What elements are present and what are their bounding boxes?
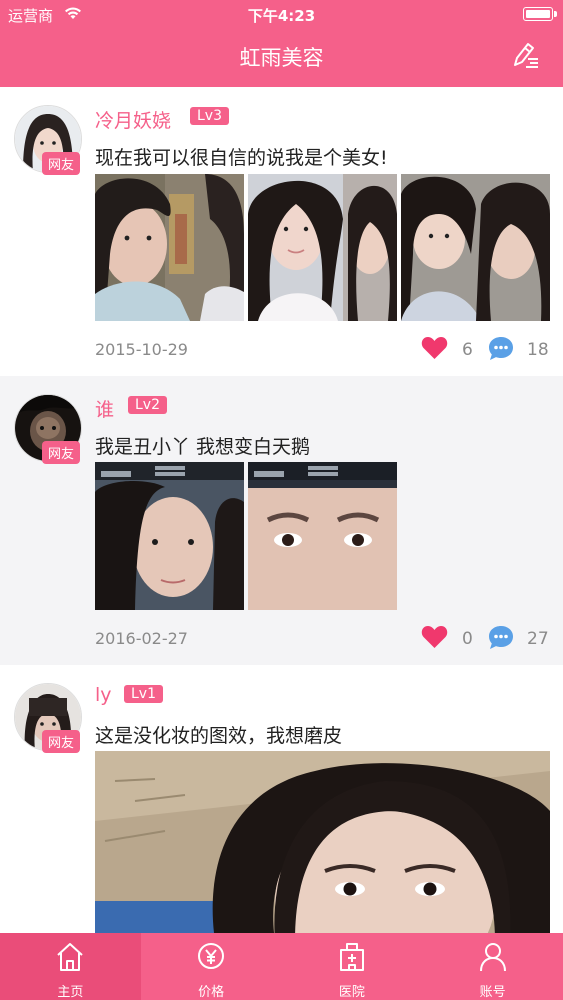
user-avatar[interactable]: 网友 [14, 683, 82, 753]
status-bar: 运营商 下午4:23 [0, 0, 563, 28]
price-icon [198, 943, 225, 969]
account-icon [479, 943, 506, 972]
pencil-icon [514, 43, 538, 68]
user-avatar[interactable]: 网友 [14, 105, 82, 175]
tab-home-label: 主页 [57, 985, 84, 1000]
post-date: 2016-02-27 [95, 629, 188, 648]
level-badge: Lv2 [128, 396, 167, 414]
user-avatar[interactable]: 网友 [14, 394, 82, 464]
post-photo[interactable] [95, 751, 550, 933]
page-title: 虹雨美容 [239, 46, 324, 70]
tab-account-label: 账号 [479, 985, 506, 1000]
tab-price[interactable]: 价格 [141, 933, 282, 1000]
bottom-tab-bar: 主页 价格 医院 账号 [0, 933, 563, 1000]
user-role-badge: 网友 [42, 441, 81, 464]
home-icon [57, 943, 84, 971]
post-item[interactable]: 网友 ly Lv1 这是没化妆的图效，我想磨皮 [0, 665, 563, 933]
app-header: 运营商 下午4:23 虹雨美容 [0, 0, 563, 87]
post-photo[interactable] [248, 462, 397, 610]
like-count: 6 [462, 340, 473, 360]
heart-icon[interactable] [421, 625, 448, 649]
comment-count: 27 [527, 629, 549, 649]
post-text: 现在我可以很自信的说我是个美女! [95, 147, 388, 169]
tab-account[interactable]: 账号 [422, 933, 563, 1000]
post-photo[interactable] [95, 462, 244, 610]
battery-icon [523, 7, 557, 21]
username[interactable]: 冷月妖娆 [95, 106, 171, 133]
tab-price-label: 价格 [198, 985, 225, 1000]
user-role-badge: 网友 [42, 730, 81, 753]
like-count: 0 [462, 629, 473, 649]
user-role-badge: 网友 [42, 152, 81, 175]
username[interactable]: 谁 [95, 395, 114, 422]
level-badge: Lv3 [190, 107, 229, 125]
post-date: 2015-10-29 [95, 340, 188, 359]
post-photo[interactable] [95, 174, 244, 321]
comment-icon[interactable] [488, 336, 514, 361]
compose-post-button[interactable] [511, 40, 541, 70]
clock: 下午4:23 [247, 7, 316, 25]
post-text: 这是没化妆的图效，我想磨皮 [95, 725, 343, 747]
username[interactable]: ly [95, 684, 112, 706]
tab-hospital-label: 医院 [338, 985, 365, 1000]
post-photo[interactable] [248, 174, 397, 321]
tab-home[interactable]: 主页 [0, 933, 141, 1000]
post-photo[interactable] [401, 174, 550, 321]
comment-icon[interactable] [488, 625, 514, 650]
post-feed[interactable]: 网友 冷月妖娆 Lv3 现在我可以很自信的说我是个美女! 2015-10-29 … [0, 87, 563, 933]
post-text: 我是丑小丫 我想变白天鹅 [95, 436, 311, 458]
hospital-icon [339, 943, 364, 971]
heart-icon[interactable] [421, 336, 448, 360]
post-item[interactable]: 网友 冷月妖娆 Lv3 现在我可以很自信的说我是个美女! 2015-10-29 … [0, 87, 563, 376]
tab-hospital[interactable]: 医院 [282, 933, 423, 1000]
comment-count: 18 [527, 340, 549, 360]
post-item[interactable]: 网友 谁 Lv2 我是丑小丫 我想变白天鹅 2016-02-27 0 27 [0, 376, 563, 665]
level-badge: Lv1 [124, 685, 163, 703]
